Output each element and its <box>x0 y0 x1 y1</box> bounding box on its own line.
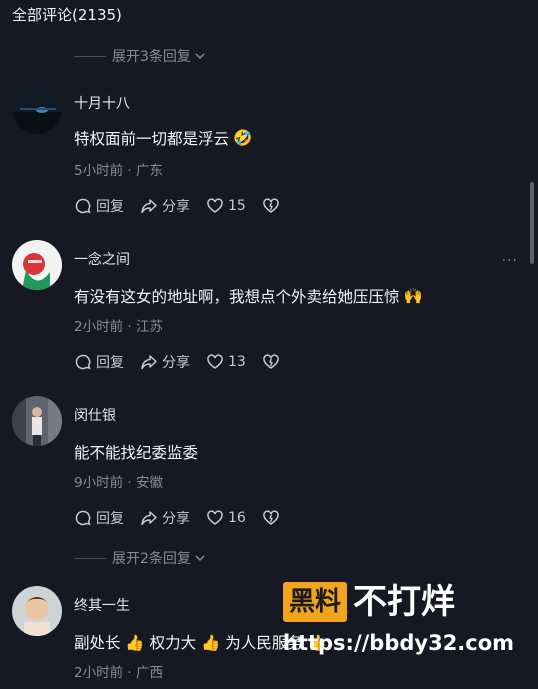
avatar[interactable] <box>12 396 62 446</box>
comment-meta: 5小时前 · 广东 <box>74 163 163 179</box>
more-options-button[interactable]: ··· <box>502 253 518 269</box>
share-button[interactable]: 分享 <box>140 508 190 528</box>
heart-icon <box>207 354 223 369</box>
share-icon <box>141 199 157 214</box>
dislike-icon <box>263 354 279 369</box>
like-button[interactable]: 16 <box>206 509 246 527</box>
comment-actions: 回复 分享 15 <box>74 196 296 216</box>
share-button[interactable]: 分享 <box>140 352 190 372</box>
share-label: 分享 <box>162 199 190 215</box>
watermark-slogan: 不打烊 <box>353 582 456 622</box>
divider-line <box>74 557 106 559</box>
comment-username[interactable]: 一念之间 <box>74 249 130 269</box>
comment-username[interactable]: 十月十八 <box>74 93 130 113</box>
avatar[interactable] <box>12 240 62 290</box>
dislike-icon <box>263 198 279 213</box>
heart-icon <box>207 510 223 525</box>
like-count: 13 <box>228 354 246 370</box>
raised-hands-emoji: 🙌 <box>403 287 423 305</box>
watermark-url: https://bbdy32.com <box>283 631 515 655</box>
dislike-button[interactable] <box>262 509 280 527</box>
heart-icon <box>207 198 223 213</box>
share-icon <box>141 355 157 370</box>
comment-username[interactable]: 终其一生 <box>74 595 130 615</box>
dislike-button[interactable] <box>262 197 280 215</box>
reply-icon <box>75 198 91 214</box>
comment-text: 有没有这女的地址啊，我想点个外卖给她压压惊 🙌 <box>74 285 423 307</box>
reply-button[interactable]: 回复 <box>74 352 124 372</box>
watermark-logo: 黑料 不打烊 <box>283 582 455 622</box>
expand-replies-label: 展开3条回复 <box>112 49 191 65</box>
share-icon <box>141 511 157 526</box>
like-count: 15 <box>228 198 246 214</box>
reply-label: 回复 <box>96 199 124 215</box>
reply-icon <box>75 354 91 370</box>
comment-meta: 9小时前 · 安徽 <box>74 475 163 491</box>
expand-replies-label: 展开2条回复 <box>112 551 191 567</box>
reply-label: 回复 <box>96 511 124 527</box>
comment-meta: 2小时前 · 江苏 <box>74 319 163 335</box>
chevron-down-icon <box>195 53 205 60</box>
comment-text: 能不能找纪委监委 <box>74 441 198 463</box>
comments-title: 全部评论(2135) <box>12 6 122 24</box>
watermark-brand: 黑料 <box>283 582 348 622</box>
comment-text: 特权面前一切都是浮云 🤣 <box>74 127 252 149</box>
expand-replies-top[interactable]: 展开3条回复 <box>74 46 207 66</box>
reply-icon <box>75 510 91 526</box>
reply-button[interactable]: 回复 <box>74 508 124 528</box>
comment-text-body: 有没有这女的地址啊，我想点个外卖给她压压惊 <box>74 288 400 306</box>
share-label: 分享 <box>162 355 190 371</box>
comment-actions: 回复 分享 13 <box>74 352 296 372</box>
comment-actions: 回复 分享 16 <box>74 508 296 528</box>
reply-button[interactable]: 回复 <box>74 196 124 216</box>
chevron-down-icon <box>195 555 205 562</box>
scrollbar[interactable] <box>530 182 534 264</box>
share-button[interactable]: 分享 <box>140 196 190 216</box>
avatar[interactable] <box>12 586 62 636</box>
comment-text-body: 能不能找纪委监委 <box>74 444 199 462</box>
reply-label: 回复 <box>96 355 124 371</box>
comment-text-body: 特权面前一切都是浮云 <box>74 130 230 148</box>
like-button[interactable]: 15 <box>206 197 246 215</box>
share-label: 分享 <box>162 511 190 527</box>
dislike-icon <box>263 510 279 525</box>
avatar[interactable] <box>12 84 62 134</box>
divider-line <box>74 55 106 57</box>
like-button[interactable]: 13 <box>206 353 246 371</box>
like-count: 16 <box>228 510 246 526</box>
expand-replies-bottom[interactable]: 展开2条回复 <box>74 548 207 568</box>
comment-meta: 2小时前 · 广西 <box>74 665 163 681</box>
laughing-emoji: 🤣 <box>233 129 253 147</box>
dislike-button[interactable] <box>262 353 280 371</box>
comment-username[interactable]: 闵仕银 <box>74 405 116 425</box>
